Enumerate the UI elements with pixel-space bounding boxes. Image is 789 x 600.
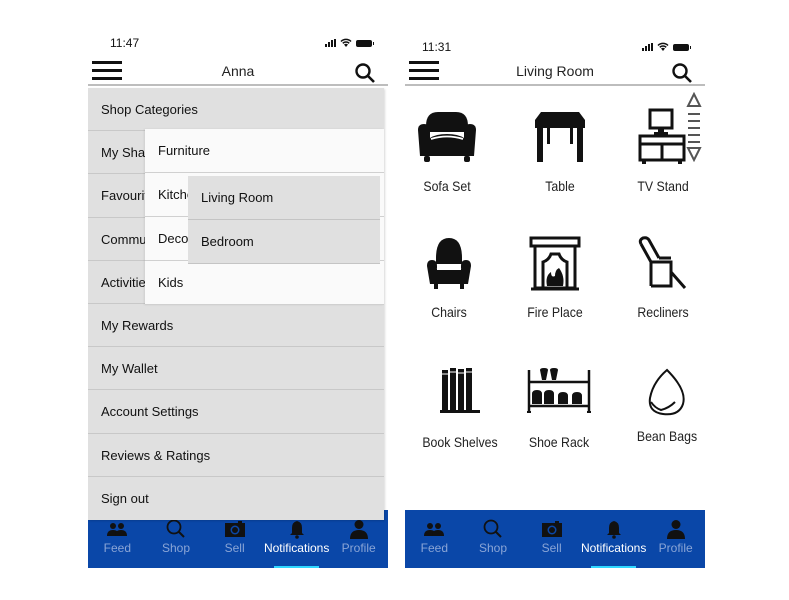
people-icon [107, 523, 128, 536]
battery-icon [673, 44, 691, 51]
left-phone-screen: 11:47 Anna Shop Categories My Shares Fav… [88, 30, 388, 568]
people-icon [424, 523, 445, 536]
tab-label: Notifications [263, 541, 330, 555]
submenu-item-kids[interactable]: Kids [145, 261, 384, 305]
submenu-item-living-room[interactable]: Living Room [188, 176, 380, 220]
tab-profile[interactable]: Profile [646, 510, 705, 568]
category-label: Recliners [637, 304, 689, 320]
shoe-rack-icon [527, 368, 591, 413]
submenu-item-bedroom[interactable]: Bedroom [188, 220, 380, 264]
app-header: Anna [88, 58, 388, 86]
category-recliners[interactable]: Recliners [613, 236, 705, 320]
category-book-shelves[interactable]: Book Shelves [410, 366, 510, 450]
tab-label: Shop [161, 541, 190, 555]
page-title: Anna [221, 63, 255, 79]
status-time: 11:47 [110, 36, 140, 50]
camera-icon [224, 521, 245, 537]
tab-label: Sell [541, 541, 562, 555]
drawer-item-sign-out[interactable]: Sign out [88, 477, 384, 520]
bell-icon [606, 521, 621, 539]
tab-label: Notifications [580, 541, 647, 555]
fireplace-icon [529, 236, 581, 291]
page-title: Living Room [516, 63, 594, 79]
drawer-item-reviews-ratings[interactable]: Reviews & Ratings [88, 434, 384, 477]
status-bar: 11:47 [88, 34, 388, 52]
furniture-submenu: Living Room Bedroom [188, 176, 380, 264]
person-icon [666, 520, 685, 539]
status-bar: 11:31 [405, 34, 705, 54]
tab-label: Feed [103, 541, 131, 555]
search-icon[interactable] [671, 62, 693, 84]
wifi-icon [340, 38, 352, 47]
category-label: Sofa Set [423, 178, 471, 194]
tab-label: Profile [658, 541, 693, 555]
drawer-item-shop-categories[interactable]: Shop Categories [88, 88, 384, 132]
category-chairs[interactable]: Chairs [405, 236, 499, 320]
bean-bag-icon [648, 368, 685, 416]
category-label: Table [545, 178, 575, 194]
tab-label: Shop [478, 541, 507, 555]
drawer-item-account-settings[interactable]: Account Settings [88, 390, 384, 434]
drawer-item-my-wallet[interactable]: My Wallet [88, 347, 384, 391]
recliner-icon [638, 236, 687, 289]
tab-sell[interactable]: Sell [522, 510, 581, 568]
app-header: Living Room [405, 58, 705, 86]
tab-label: Profile [341, 541, 376, 555]
category-bean-bags[interactable]: Bean Bags [617, 368, 705, 444]
category-sofa-set[interactable]: Sofa Set [405, 108, 497, 194]
tab-label: Feed [420, 541, 448, 555]
cellular-signal-icon [325, 39, 336, 47]
tab-label: Sell [224, 541, 245, 555]
search-icon[interactable] [354, 62, 376, 84]
search-icon [166, 519, 185, 538]
category-label: Bean Bags [636, 428, 698, 444]
category-fire-place[interactable]: Fire Place [505, 236, 605, 320]
armchair-icon [427, 238, 471, 289]
right-phone-screen: 11:31 Living Room Sofa Set Table TV Stan… [405, 30, 705, 568]
books-icon [440, 368, 480, 413]
tv-stand-icon [638, 108, 686, 164]
sofa-icon [418, 112, 476, 162]
person-icon [349, 520, 368, 539]
table-icon [535, 112, 585, 162]
tab-notifications[interactable]: Notifications [581, 510, 646, 568]
category-label: TV Stand [637, 178, 689, 194]
submenu-item-furniture[interactable]: Furniture [145, 129, 384, 173]
bell-icon [289, 521, 304, 539]
category-label: Fire Place [527, 304, 583, 320]
search-icon [483, 519, 502, 538]
status-time: 11:31 [422, 40, 452, 54]
cellular-signal-icon [642, 43, 653, 51]
battery-icon [356, 40, 374, 47]
category-label: Book Shelves [422, 434, 498, 450]
category-shoe-rack[interactable]: Shoe Rack [509, 366, 609, 450]
tab-feed[interactable]: Feed [405, 510, 464, 568]
category-table[interactable]: Table [510, 108, 610, 194]
category-tv-stand[interactable]: TV Stand [613, 108, 705, 194]
tab-shop[interactable]: Shop [464, 510, 523, 568]
bottom-tab-bar: Feed Shop Sell Notifications Profile [405, 510, 705, 568]
drawer-item-my-rewards[interactable]: My Rewards [88, 304, 384, 348]
camera-icon [541, 521, 562, 537]
category-label: Shoe Rack [528, 434, 590, 450]
wifi-icon [657, 42, 669, 51]
category-label: Chairs [431, 304, 467, 320]
